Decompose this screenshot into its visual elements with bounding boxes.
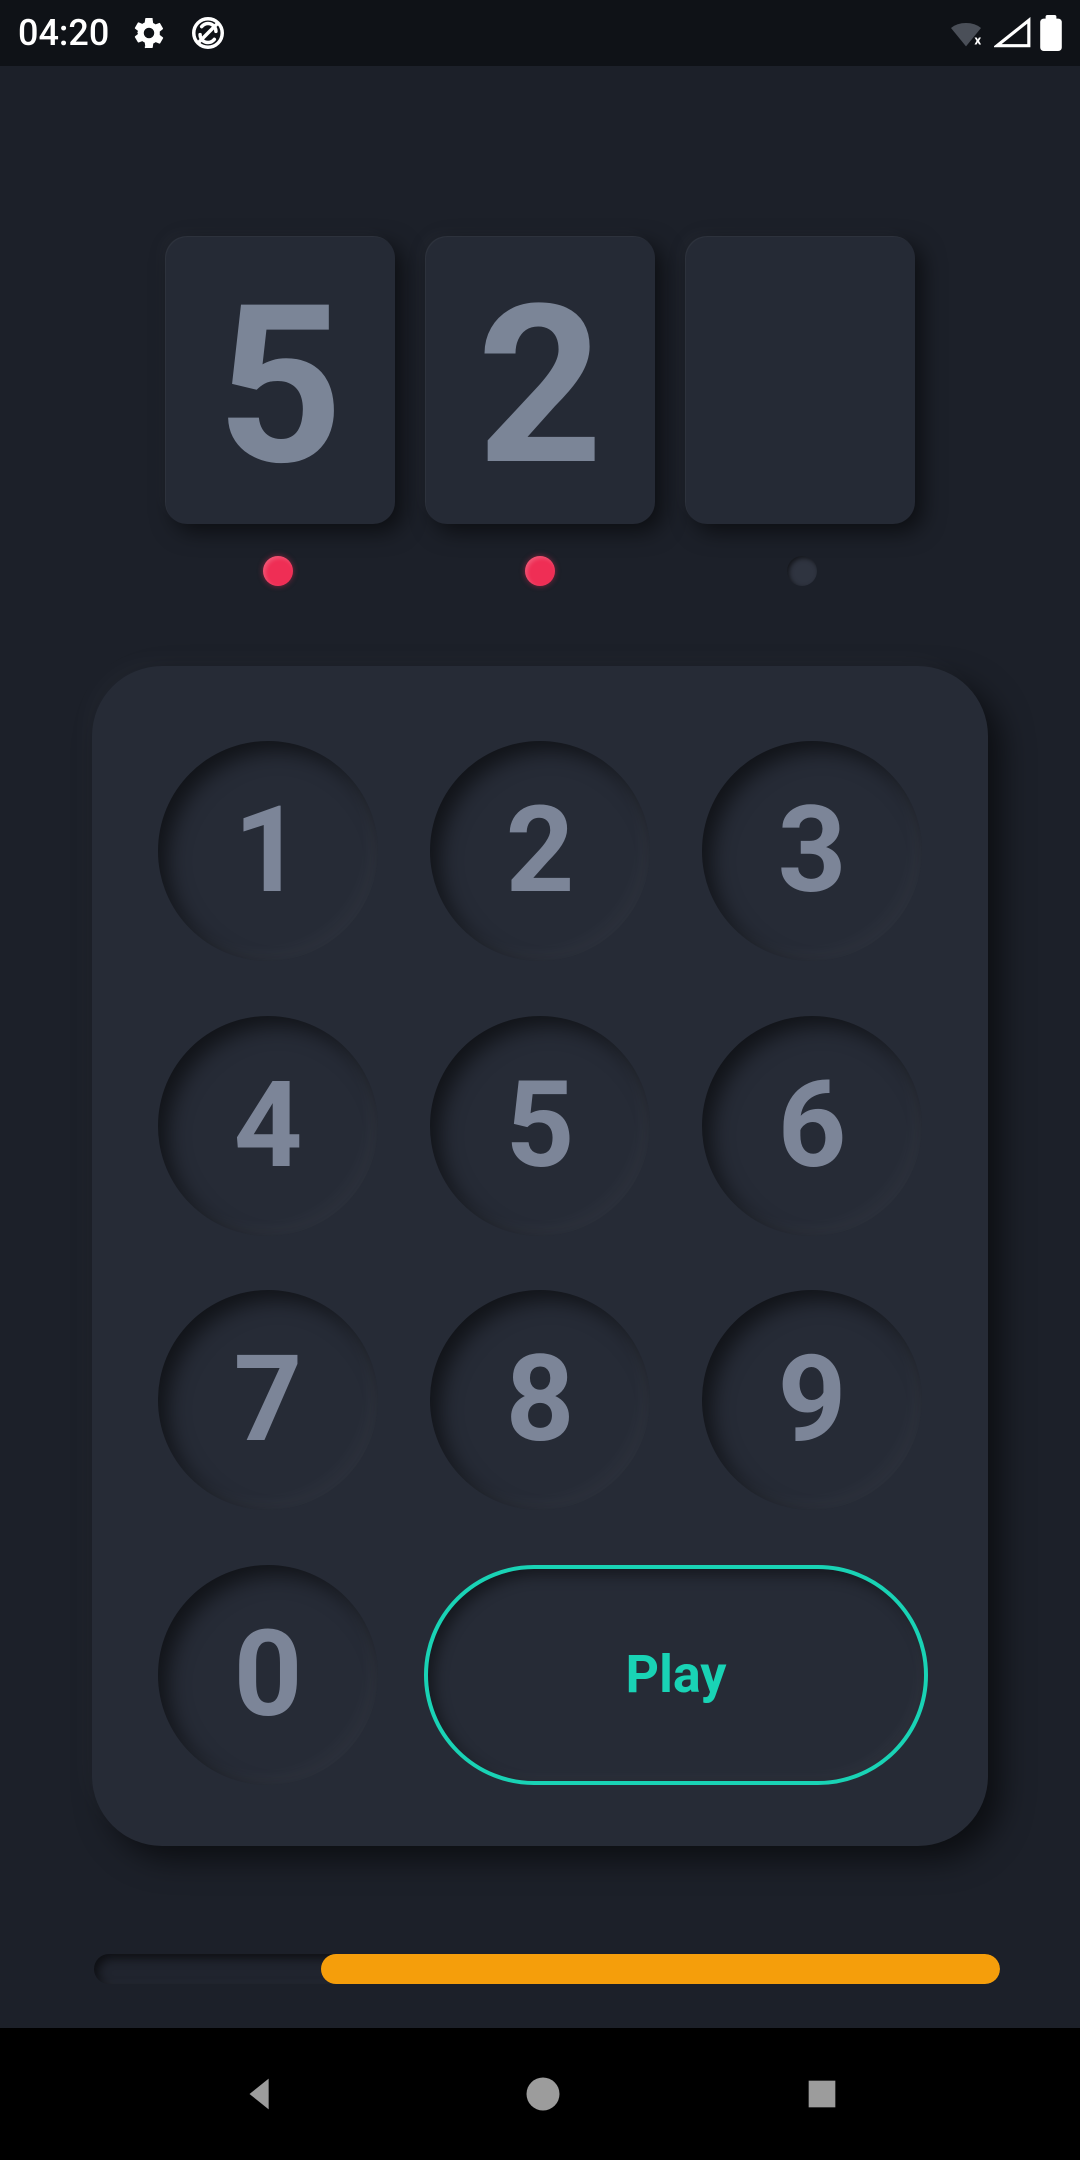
key-label: 1: [234, 781, 303, 921]
key-label: 9: [778, 1330, 847, 1470]
digit-value-2: 2: [477, 276, 603, 496]
key-label: 2: [506, 781, 575, 921]
progress-bar: [94, 1954, 1000, 1984]
key-label: 5: [506, 1056, 575, 1196]
digit-slot-3: [685, 236, 915, 524]
battery-icon: [1040, 15, 1062, 51]
status-left: 04:20: [18, 12, 227, 54]
play-label: Play: [626, 1644, 727, 1705]
status-bar: 04:20 x: [0, 0, 1080, 66]
digit-slot-1: 5: [165, 236, 395, 524]
progress-fill: [321, 1954, 1001, 1984]
digit-slot-2: 2: [425, 236, 655, 524]
status-time: 04:20: [18, 12, 109, 54]
android-nav-bar: [0, 2028, 1080, 2160]
key-label: 0: [234, 1605, 303, 1745]
key-8[interactable]: 8: [430, 1290, 650, 1510]
key-9[interactable]: 9: [702, 1290, 922, 1510]
dot-3: [787, 556, 817, 586]
key-0[interactable]: 0: [158, 1565, 378, 1785]
keypad: 1 2 3 4 5 6 7 8 9 0 Play: [92, 666, 988, 1846]
key-3[interactable]: 3: [702, 741, 922, 961]
key-7[interactable]: 7: [158, 1290, 378, 1510]
digit-display: 5 2: [0, 236, 1080, 524]
key-4[interactable]: 4: [158, 1016, 378, 1236]
no-sync-icon: [189, 14, 227, 52]
cell-signal-icon: [994, 16, 1032, 50]
dot-2: [525, 556, 555, 586]
status-right: x: [946, 15, 1062, 51]
key-label: 8: [506, 1330, 575, 1470]
wifi-off-icon: x: [946, 16, 986, 50]
key-label: 7: [234, 1330, 303, 1470]
dot-1: [263, 556, 293, 586]
key-label: 4: [234, 1056, 303, 1196]
progress-track: [94, 1954, 1000, 1984]
key-label: 3: [778, 781, 847, 921]
key-2[interactable]: 2: [430, 741, 650, 961]
nav-recent-icon[interactable]: [802, 2074, 842, 2114]
key-6[interactable]: 6: [702, 1016, 922, 1236]
play-button[interactable]: Play: [424, 1565, 928, 1785]
key-label: 6: [778, 1056, 847, 1196]
nav-home-icon[interactable]: [521, 2072, 565, 2116]
svg-text:x: x: [974, 34, 981, 49]
app-surface: 5 2 1 2 3 4 5 6 7 8 9 0 Play: [0, 66, 1080, 2028]
dot-indicators: [0, 556, 1080, 586]
key-5[interactable]: 5: [430, 1016, 650, 1236]
key-1[interactable]: 1: [158, 741, 378, 961]
digit-value-1: 5: [217, 276, 343, 496]
gear-icon: [131, 15, 167, 51]
nav-back-icon[interactable]: [238, 2071, 284, 2117]
